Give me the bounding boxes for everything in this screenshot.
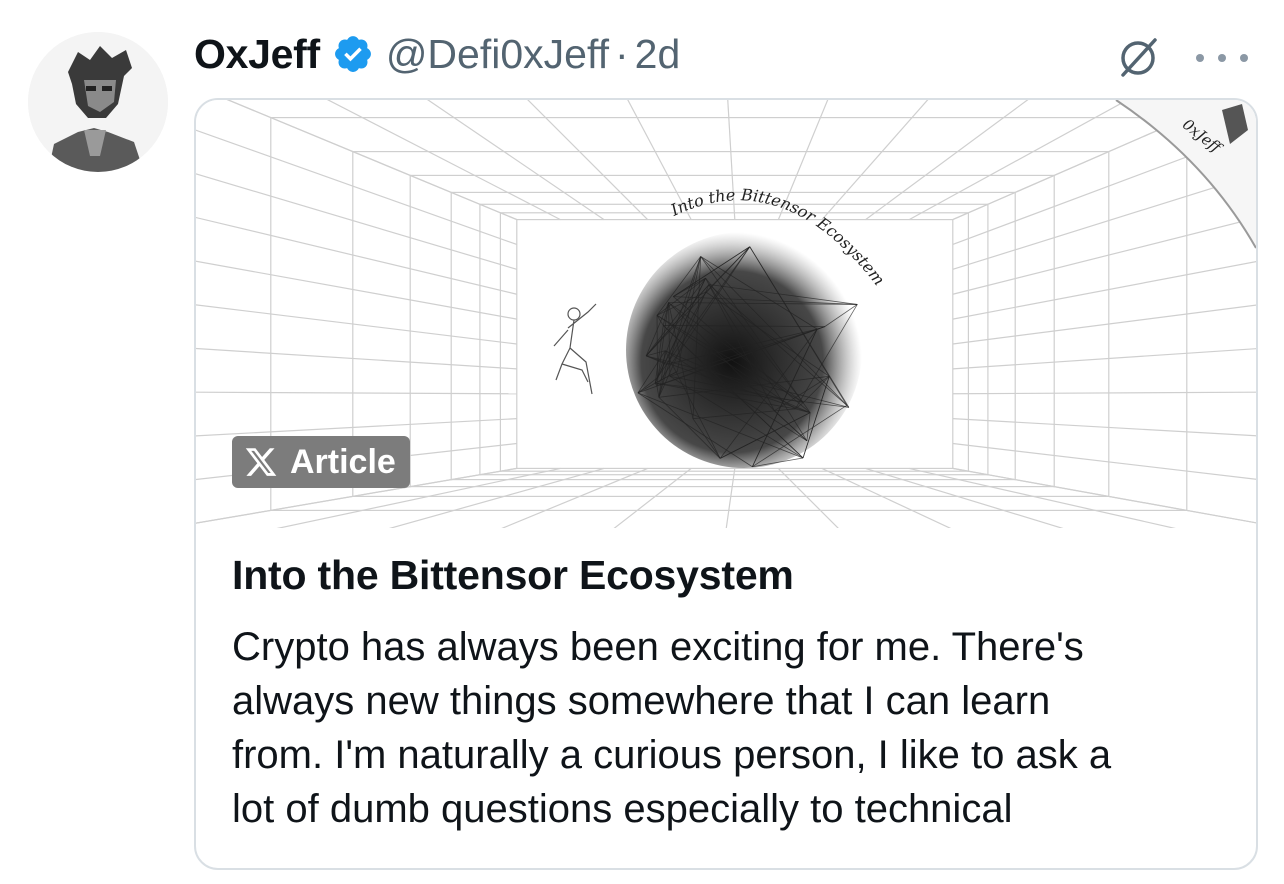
excerpt-line: from. I'm naturally a curious person, I … bbox=[232, 733, 1112, 777]
grid-line bbox=[196, 129, 518, 246]
grid-line bbox=[821, 467, 952, 528]
x-logo-icon bbox=[245, 448, 277, 476]
article-badge: Article bbox=[232, 436, 410, 488]
avatar[interactable] bbox=[28, 32, 168, 172]
grid-line bbox=[196, 260, 517, 320]
grid-line bbox=[196, 304, 517, 345]
grid-line bbox=[865, 467, 1064, 528]
excerpt-line: Crypto has always been exciting for me. … bbox=[232, 625, 1084, 669]
avatar-image bbox=[28, 32, 168, 172]
tweet-header: OxJeff @Defi0xJeff · 2d bbox=[194, 22, 1254, 86]
user-handle[interactable]: @Defi0xJeff bbox=[386, 31, 609, 78]
page-curl: 0xJeff bbox=[1115, 100, 1256, 249]
more-options-icon[interactable] bbox=[1196, 38, 1248, 78]
grid-line bbox=[196, 391, 517, 395]
grid-line bbox=[952, 418, 1256, 437]
verified-badge-icon bbox=[334, 36, 371, 72]
article-excerpt: Crypto has always been exciting for me. … bbox=[232, 620, 1232, 836]
article-card[interactable]: Into the Bittensor Ecosystem 0xJeff Arti… bbox=[194, 98, 1258, 870]
network-sphere bbox=[626, 232, 862, 468]
grid-line bbox=[952, 442, 1256, 480]
grid-line bbox=[952, 260, 1256, 320]
separator-dot: · bbox=[615, 30, 629, 77]
figure-sketch bbox=[553, 303, 597, 395]
grid-line bbox=[952, 348, 1256, 370]
grid-line bbox=[952, 217, 1256, 295]
article-cover-image: Into the Bittensor Ecosystem 0xJeff Arti… bbox=[196, 100, 1256, 528]
grid-line bbox=[952, 391, 1256, 395]
excerpt-line: always new things somewhere that I can l… bbox=[232, 679, 1051, 723]
grid-line bbox=[909, 467, 1176, 528]
grid-line bbox=[952, 304, 1256, 345]
more-dot bbox=[1240, 54, 1248, 62]
grid-line bbox=[196, 347, 517, 370]
more-dot bbox=[1196, 54, 1204, 62]
grid-line bbox=[952, 467, 1256, 524]
grid-line bbox=[613, 467, 692, 528]
grid-line bbox=[725, 468, 736, 528]
grid-line bbox=[196, 173, 517, 270]
tweet-timestamp[interactable]: 2d bbox=[635, 31, 681, 78]
grid-line bbox=[952, 467, 1256, 524]
display-name[interactable]: OxJeff bbox=[194, 31, 320, 78]
article-badge-label: Article bbox=[290, 442, 396, 481]
article-title[interactable]: Into the Bittensor Ecosystem bbox=[232, 552, 794, 599]
grid-line bbox=[777, 467, 839, 528]
grok-icon[interactable] bbox=[1114, 34, 1162, 82]
grid-line bbox=[388, 467, 605, 528]
grid-line bbox=[196, 216, 517, 295]
excerpt-line: lot of dumb questions especially to tech… bbox=[232, 787, 1013, 831]
more-dot bbox=[1218, 54, 1226, 62]
